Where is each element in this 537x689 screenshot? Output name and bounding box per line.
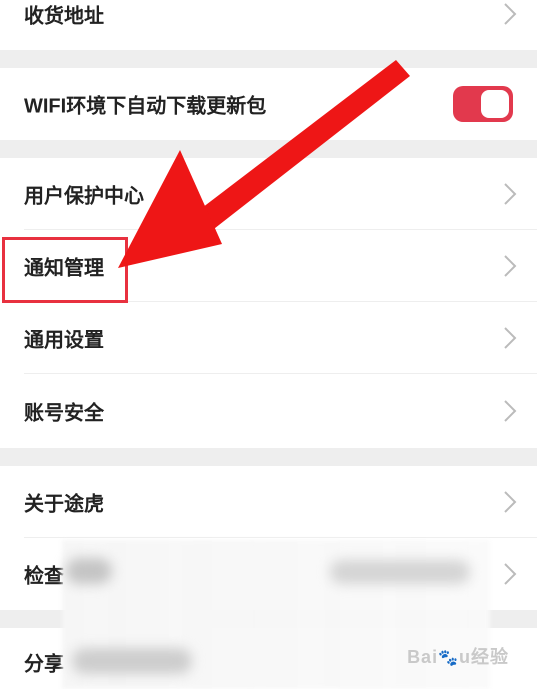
settings-row-about[interactable]: 关于途虎	[0, 466, 537, 538]
chevron-right-icon	[504, 183, 517, 205]
settings-row-address[interactable]: 收货地址	[0, 0, 537, 50]
chevron-right-icon	[504, 327, 517, 349]
highlight-box	[2, 237, 128, 303]
row-label: 关于途虎	[24, 493, 104, 516]
row-label: 通用设置	[24, 329, 104, 352]
chevron-right-icon	[504, 3, 517, 25]
redacted-blob	[66, 558, 112, 584]
chevron-right-icon	[504, 563, 517, 585]
watermark-suffix: 经验	[471, 647, 509, 667]
paw-icon: 🐾	[438, 650, 459, 667]
chevron-right-icon	[504, 491, 517, 513]
wifi-auto-update-toggle[interactable]	[453, 86, 513, 122]
settings-row-wifi-auto-update: WIFI环境下自动下载更新包	[0, 68, 537, 140]
settings-row-user-protection[interactable]: 用户保护中心	[0, 158, 537, 230]
row-label: 用户保护中心	[24, 185, 144, 208]
row-label: 收货地址	[24, 5, 104, 28]
row-label: 检查	[24, 565, 64, 588]
row-label: WIFI环境下自动下载更新包	[24, 95, 267, 118]
chevron-right-icon	[504, 400, 517, 422]
row-label: 分享	[24, 653, 64, 676]
settings-row-general[interactable]: 通用设置	[0, 302, 537, 374]
redacted-blob	[330, 560, 470, 584]
chevron-right-icon	[504, 255, 517, 277]
settings-row-account-security[interactable]: 账号安全	[0, 374, 537, 448]
watermark-brand-2: u	[459, 647, 471, 667]
watermark-brand: Bai	[407, 647, 439, 667]
toggle-knob	[481, 90, 509, 118]
row-label: 账号安全	[24, 402, 104, 425]
baidu-watermark: Bai🐾u经验	[407, 643, 509, 669]
redacted-blob	[72, 648, 192, 674]
